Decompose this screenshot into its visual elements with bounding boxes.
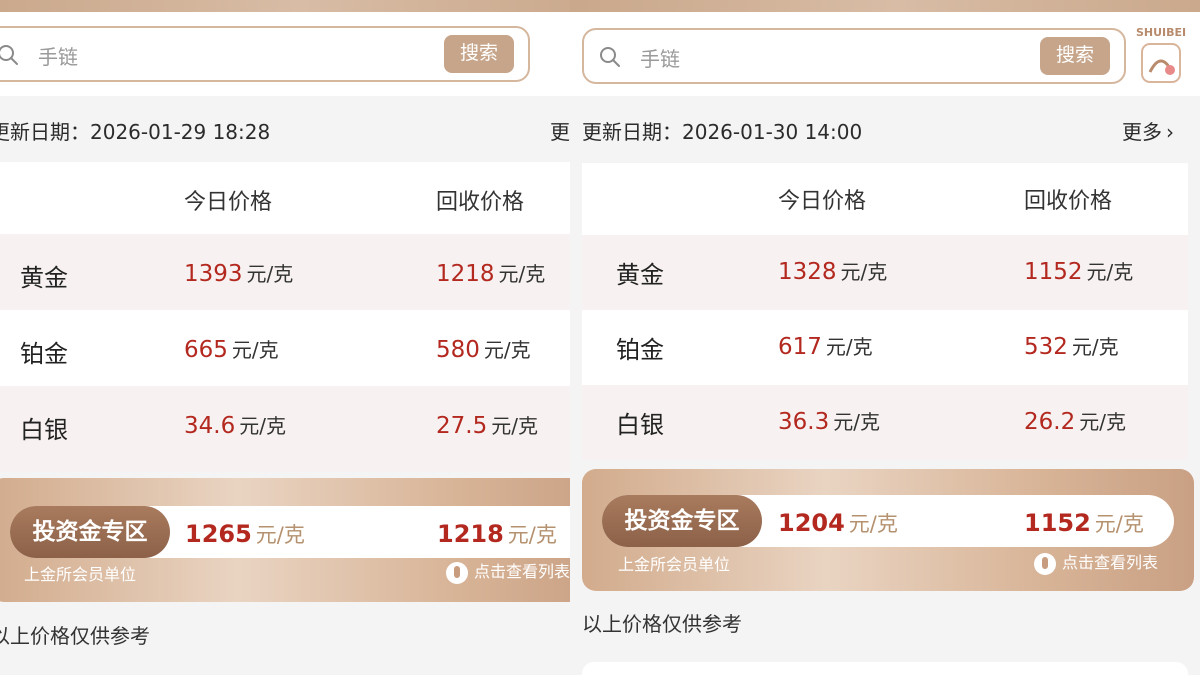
metal-name: 黄金	[20, 264, 68, 292]
investment-gold-banner[interactable]: 投资金专区 1204 元/克 1152 元/克 上金所会员单位 点击查看列表	[582, 469, 1194, 591]
recycle-price: 532 元/克	[1024, 334, 1119, 360]
investment-recycle-price: 1218 元/克	[437, 520, 557, 548]
update-date: 更新日期：2026-01-30 14:00	[582, 120, 863, 144]
left-panel-content: 手链 搜索 更新日期：2026-01-29 18:28 更 今日价格 回收价格 …	[0, 0, 570, 675]
price-table: 今日价格 回收价格 黄金 1393 元/克 1218 元/克 铂金 665 元/克 5…	[0, 162, 570, 472]
today-price: 665 元/克	[184, 337, 279, 363]
header-today-price: 今日价格	[184, 190, 273, 215]
recycle-price: 26.2 元/克	[1024, 409, 1126, 435]
recycle-price: 1218 元/克	[436, 261, 546, 287]
update-row: 更新日期：2026-01-29 18:28 更	[0, 114, 570, 144]
investment-today-price: 1265 元/克	[185, 520, 305, 548]
search-placeholder: 手链	[640, 47, 680, 71]
chevron-right-icon: ›	[1166, 120, 1174, 144]
today-price: 1393 元/克	[184, 261, 294, 287]
top-strip	[0, 0, 570, 12]
metal-name: 铂金	[616, 336, 664, 364]
investment-badge: 投资金专区	[602, 495, 762, 547]
today-price: 36.3 元/克	[778, 409, 880, 435]
finger-tap-icon	[446, 561, 468, 584]
header-today-price: 今日价格	[778, 189, 867, 214]
next-section-card	[582, 662, 1188, 675]
more-link[interactable]: 更	[550, 116, 570, 145]
metal-name: 铂金	[20, 340, 68, 368]
search-button[interactable]: 搜索	[1040, 37, 1110, 75]
search-icon	[0, 45, 18, 65]
table-row[interactable]: 白银 34.6 元/克 27.5 元/克	[0, 386, 570, 472]
table-header: 今日价格 回收价格	[582, 163, 1188, 235]
search-area: 手链 搜索	[0, 12, 570, 96]
table-header: 今日价格 回收价格	[0, 162, 570, 234]
disclaimer: 以上价格仅供参考	[0, 624, 150, 648]
search-button[interactable]: 搜索	[444, 35, 514, 73]
price-table: 今日价格 回收价格 黄金 1328 元/克 1152 元/克 铂金 617 元/克 5…	[582, 163, 1188, 460]
brand-logo[interactable]: SHUIBEI	[1136, 26, 1186, 86]
update-row: 更新日期：2026-01-30 14:00 更多 ›	[582, 114, 1188, 144]
table-row[interactable]: 黄金 1393 元/克 1218 元/克	[0, 234, 570, 310]
metal-name: 白银	[20, 416, 68, 444]
search-input[interactable]: 手链 搜索	[0, 26, 530, 82]
table-row[interactable]: 铂金 617 元/克 532 元/克	[582, 310, 1188, 385]
update-date: 更新日期：2026-01-29 18:28	[0, 120, 271, 144]
top-strip	[570, 0, 1200, 12]
today-price: 34.6 元/克	[184, 413, 286, 439]
header-recycle-price: 回收价格	[1024, 189, 1113, 214]
brand-mascot-icon	[1141, 43, 1181, 83]
investment-gold-banner[interactable]: 投资金专区 1265 元/克 1218 元/克 上金所会员单位 点击查看列表	[0, 478, 570, 602]
right-panel-content: 手链 搜索 SHUIBEI 更新日期：2026-01-30 14:00 更多 › …	[570, 0, 1200, 675]
metal-name: 白银	[616, 411, 664, 439]
finger-tap-icon	[1034, 552, 1056, 575]
today-price: 617 元/克	[778, 334, 873, 360]
search-area: 手链 搜索 SHUIBEI	[570, 12, 1200, 96]
table-row[interactable]: 铂金 665 元/克 580 元/克	[0, 310, 570, 386]
recycle-price: 27.5 元/克	[436, 413, 538, 439]
investment-recycle-price: 1152 元/克	[1024, 509, 1144, 537]
search-icon	[600, 47, 620, 67]
disclaimer: 以上价格仅供参考	[582, 612, 742, 636]
header-recycle-price: 回收价格	[436, 190, 525, 215]
today-price: 1328 元/克	[778, 259, 888, 285]
search-placeholder: 手链	[38, 45, 78, 69]
more-link[interactable]: 更多 ›	[1122, 116, 1174, 145]
view-list-link[interactable]: 点击查看列表	[446, 558, 570, 584]
recycle-price: 580 元/克	[436, 337, 531, 363]
brand-logo-text: SHUIBEI	[1136, 26, 1187, 39]
investment-badge: 投资金专区	[10, 506, 170, 558]
investment-today-price: 1204 元/克	[778, 509, 898, 537]
investment-subtitle: 上金所会员单位	[618, 555, 731, 574]
metal-name: 黄金	[616, 261, 664, 289]
right-screenshot-panel: 手链 搜索 SHUIBEI 更新日期：2026-01-30 14:00 更多 › …	[570, 0, 1200, 675]
table-row[interactable]: 白银 36.3 元/克 26.2 元/克	[582, 385, 1188, 460]
left-screenshot-panel: 手链 搜索 更新日期：2026-01-29 18:28 更 今日价格 回收价格 …	[0, 0, 570, 675]
investment-subtitle: 上金所会员单位	[24, 565, 137, 584]
view-list-link[interactable]: 点击查看列表	[1034, 549, 1158, 575]
recycle-price: 1152 元/克	[1024, 259, 1134, 285]
search-input[interactable]: 手链 搜索	[582, 28, 1126, 84]
table-row[interactable]: 黄金 1328 元/克 1152 元/克	[582, 235, 1188, 310]
